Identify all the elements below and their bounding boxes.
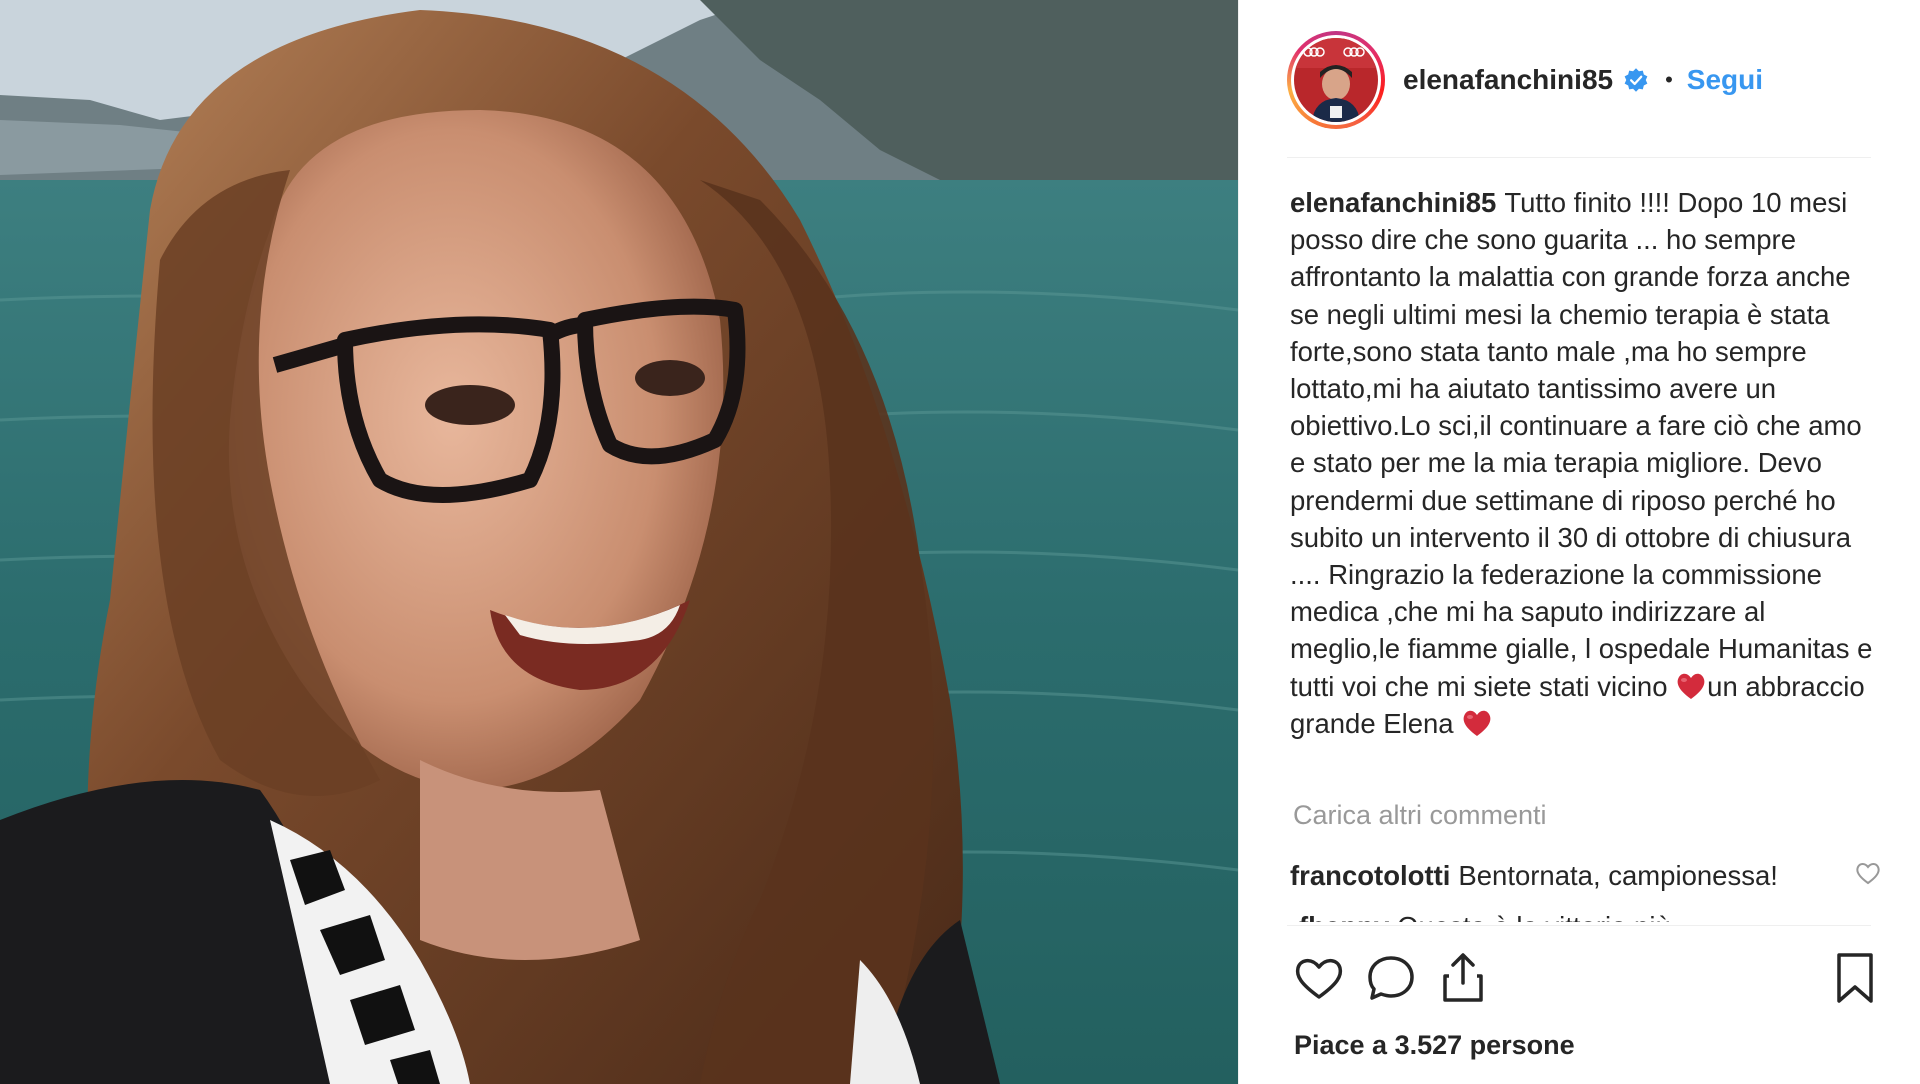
comment-text: Questa è la vittoria più [1397, 911, 1671, 922]
avatar-photo [1294, 38, 1378, 122]
comment-text: Bentornata, campionessa! [1458, 860, 1778, 891]
avatar-image [1294, 38, 1378, 122]
post-side-panel: elenafanchini85 • Segui elenafanchini85 T… [1239, 0, 1920, 1084]
action-bar [1291, 950, 1881, 1010]
comment-item: fhappy Questa è la vittoria più [1299, 895, 1859, 922]
header-divider [1287, 157, 1871, 158]
post-photo[interactable] [0, 0, 1238, 1084]
post-header: elenafanchini85 • Segui [1287, 28, 1871, 132]
header-dot-separator: • [1665, 67, 1673, 92]
follow-button[interactable]: Segui [1687, 64, 1763, 96]
speech-bubble-icon[interactable] [1363, 950, 1419, 1006]
share-upload-icon[interactable] [1435, 950, 1491, 1006]
comment-username[interactable]: francotolotti [1290, 860, 1450, 891]
red-heart-emoji [1677, 673, 1705, 699]
caption-username[interactable]: elenafanchini85 [1290, 187, 1496, 218]
load-more-comments-button[interactable]: Carica altri commenti [1293, 800, 1547, 831]
actions-divider [1287, 925, 1871, 926]
verified-badge-icon [1624, 68, 1648, 92]
username[interactable]: elenafanchini85 [1403, 64, 1613, 96]
selfie-lake-photo [0, 0, 1238, 1084]
caption-text: Tutto finito !!!! Dopo 10 mesi posso dir… [1290, 187, 1873, 702]
likes-count[interactable]: Piace a 3.527 persone [1294, 1030, 1575, 1061]
comment-like-heart-icon[interactable] [1854, 860, 1882, 886]
red-heart-emoji [1463, 710, 1491, 736]
comment-item: francotolotti Bentornata, campionessa! [1290, 858, 1880, 894]
comment-username[interactable]: fhappy [1299, 911, 1389, 922]
avatar[interactable] [1287, 31, 1385, 129]
heart-outline-icon[interactable] [1291, 950, 1347, 1006]
post-caption: elenafanchini85 Tutto finito !!!! Dopo 10… [1290, 184, 1880, 742]
bookmark-icon[interactable] [1827, 950, 1883, 1006]
